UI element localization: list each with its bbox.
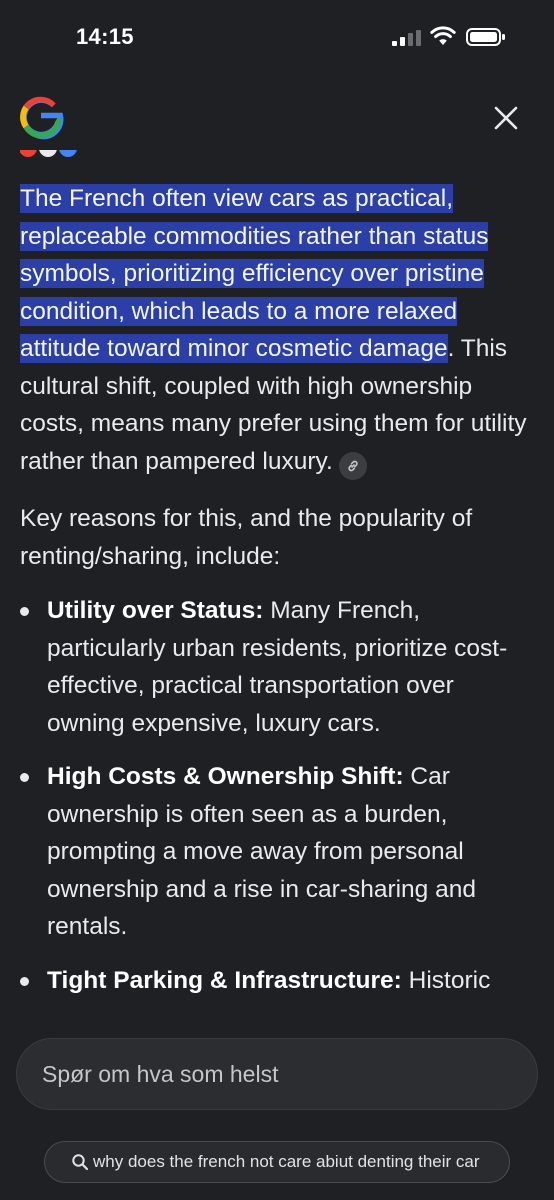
close-icon [494, 106, 518, 130]
list-item-title: Tight Parking & Infrastructure: [47, 966, 402, 994]
list-item-title: High Costs & Ownership Shift: [47, 763, 404, 790]
status-bar: 14:15 [0, 0, 554, 80]
header [0, 80, 554, 160]
query-pill[interactable]: why does the french not care abiut denti… [44, 1141, 510, 1183]
intro-paragraph: Key reasons for this, and the popularity… [20, 505, 473, 570]
list-item-title: Utility over Status: [47, 597, 264, 624]
link-icon [348, 460, 358, 471]
ai-answer: The French often view cars as practical,… [20, 180, 534, 1015]
ask-input-placeholder: Spør om hva som helst [42, 1060, 279, 1087]
highlighted-passage[interactable]: The French often view cars as practical,… [20, 184, 489, 363]
reasons-list: Utility over Status: Many French, partic… [20, 592, 534, 999]
list-item: Tight Parking & Infrastructure: Historic [20, 962, 534, 1000]
ask-input[interactable]: Spør om hva som helst [16, 1038, 538, 1110]
source-link-button[interactable] [338, 451, 367, 480]
status-time: 14:15 [76, 24, 134, 49]
answer-paragraph: The French often view cars as practical,… [20, 180, 534, 480]
google-g-icon [20, 96, 64, 140]
cellular-signal-icon [392, 30, 421, 46]
list-item: Utility over Status: Many French, partic… [20, 592, 534, 742]
close-button[interactable] [484, 96, 528, 140]
battery-icon [466, 28, 505, 46]
query-text: why does the french not care abiut denti… [93, 1152, 480, 1171]
search-icon [72, 1154, 89, 1171]
list-item: High Costs & Ownership Shift: Car owners… [20, 758, 534, 946]
loading-dots-icon [20, 150, 77, 157]
list-item-text: Historic [401, 966, 491, 994]
wifi-icon [430, 26, 456, 45]
